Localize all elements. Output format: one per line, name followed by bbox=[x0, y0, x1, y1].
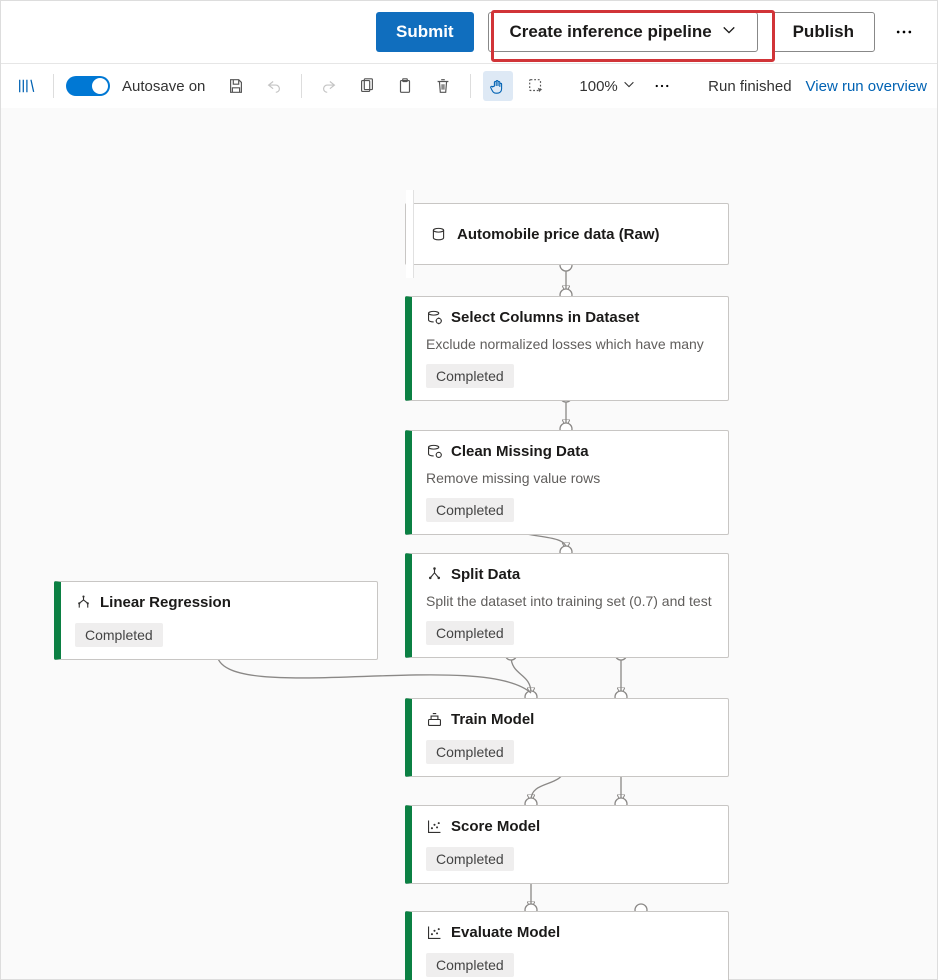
select-tool-button[interactable] bbox=[521, 71, 551, 101]
delete-button[interactable] bbox=[428, 71, 458, 101]
submit-button[interactable]: Submit bbox=[376, 12, 474, 52]
scatter-icon bbox=[426, 924, 443, 941]
node-title: Train Model bbox=[451, 711, 534, 728]
save-button[interactable] bbox=[221, 71, 251, 101]
toolbar-divider bbox=[53, 74, 54, 98]
split-icon bbox=[426, 566, 443, 583]
node-title: Score Model bbox=[451, 818, 540, 835]
node-description: Split the dataset into training set (0.7… bbox=[426, 593, 714, 609]
scatter-icon bbox=[426, 818, 443, 835]
node-clean-missing-data[interactable]: Clean Missing Data Remove missing value … bbox=[405, 430, 729, 535]
status-chip: Completed bbox=[426, 847, 514, 871]
node-description: Exclude normalized losses which have man… bbox=[426, 336, 714, 352]
status-chip: Completed bbox=[426, 498, 514, 522]
chevron-down-icon bbox=[722, 22, 736, 42]
node-evaluate-model[interactable]: Evaluate Model Completed bbox=[405, 911, 729, 980]
node-title: Linear Regression bbox=[100, 594, 231, 611]
publish-button[interactable]: Publish bbox=[772, 12, 875, 52]
toolbar-divider bbox=[301, 74, 302, 98]
node-train-model[interactable]: Train Model Completed bbox=[405, 698, 729, 777]
node-description: Remove missing value rows bbox=[426, 470, 714, 486]
node-automobile-data[interactable]: Automobile price data (Raw) bbox=[405, 203, 729, 265]
node-score-model[interactable]: Score Model Completed bbox=[405, 805, 729, 884]
app-frame: Submit Create inference pipeline Publish… bbox=[0, 0, 938, 980]
top-button-bar: Submit Create inference pipeline Publish bbox=[1, 1, 937, 63]
node-title: Split Data bbox=[451, 566, 520, 583]
status-chip: Completed bbox=[426, 740, 514, 764]
node-title: Evaluate Model bbox=[451, 924, 560, 941]
pipeline-canvas[interactable]: Automobile price data (Raw) Select Colum… bbox=[1, 108, 937, 979]
zoom-control[interactable]: 100% bbox=[579, 77, 635, 95]
create-inference-pipeline-label: Create inference pipeline bbox=[510, 22, 712, 42]
toolbar-divider bbox=[470, 74, 471, 98]
create-inference-pipeline-button[interactable]: Create inference pipeline bbox=[488, 12, 758, 52]
status-chip: Completed bbox=[426, 953, 514, 977]
dataset-cog-icon bbox=[426, 309, 443, 326]
model-icon bbox=[75, 594, 92, 611]
zoom-value: 100% bbox=[579, 78, 617, 95]
node-select-columns[interactable]: Select Columns in Dataset Exclude normal… bbox=[405, 296, 729, 401]
editor-toolbar: Autosave on 100% bbox=[1, 63, 937, 109]
status-chip: Completed bbox=[426, 364, 514, 388]
paste-button[interactable] bbox=[390, 71, 420, 101]
dataset-cog-icon bbox=[426, 443, 443, 460]
library-panel-button[interactable] bbox=[11, 71, 41, 101]
redo-button[interactable] bbox=[314, 71, 344, 101]
train-icon bbox=[426, 711, 443, 728]
autosave-label: Autosave on bbox=[122, 78, 205, 95]
pan-tool-button[interactable] bbox=[483, 71, 513, 101]
node-split-data[interactable]: Split Data Split the dataset into traini… bbox=[405, 553, 729, 658]
chevron-down-icon bbox=[622, 77, 636, 95]
node-title: Clean Missing Data bbox=[451, 443, 589, 460]
autosave-toggle[interactable] bbox=[66, 76, 110, 96]
copy-button[interactable] bbox=[352, 71, 382, 101]
more-actions-button[interactable] bbox=[889, 12, 919, 52]
status-chip: Completed bbox=[75, 623, 163, 647]
status-chip: Completed bbox=[426, 621, 514, 645]
node-linear-regression[interactable]: Linear Regression Completed bbox=[54, 581, 378, 660]
node-title: Select Columns in Dataset bbox=[451, 309, 639, 326]
undo-button[interactable] bbox=[259, 71, 289, 101]
view-run-overview-link[interactable]: View run overview bbox=[806, 78, 927, 95]
toolbar-more-button[interactable] bbox=[644, 71, 680, 101]
run-status: Run finished bbox=[708, 78, 791, 95]
node-title: Automobile price data (Raw) bbox=[457, 226, 660, 243]
dataset-icon bbox=[430, 226, 447, 243]
